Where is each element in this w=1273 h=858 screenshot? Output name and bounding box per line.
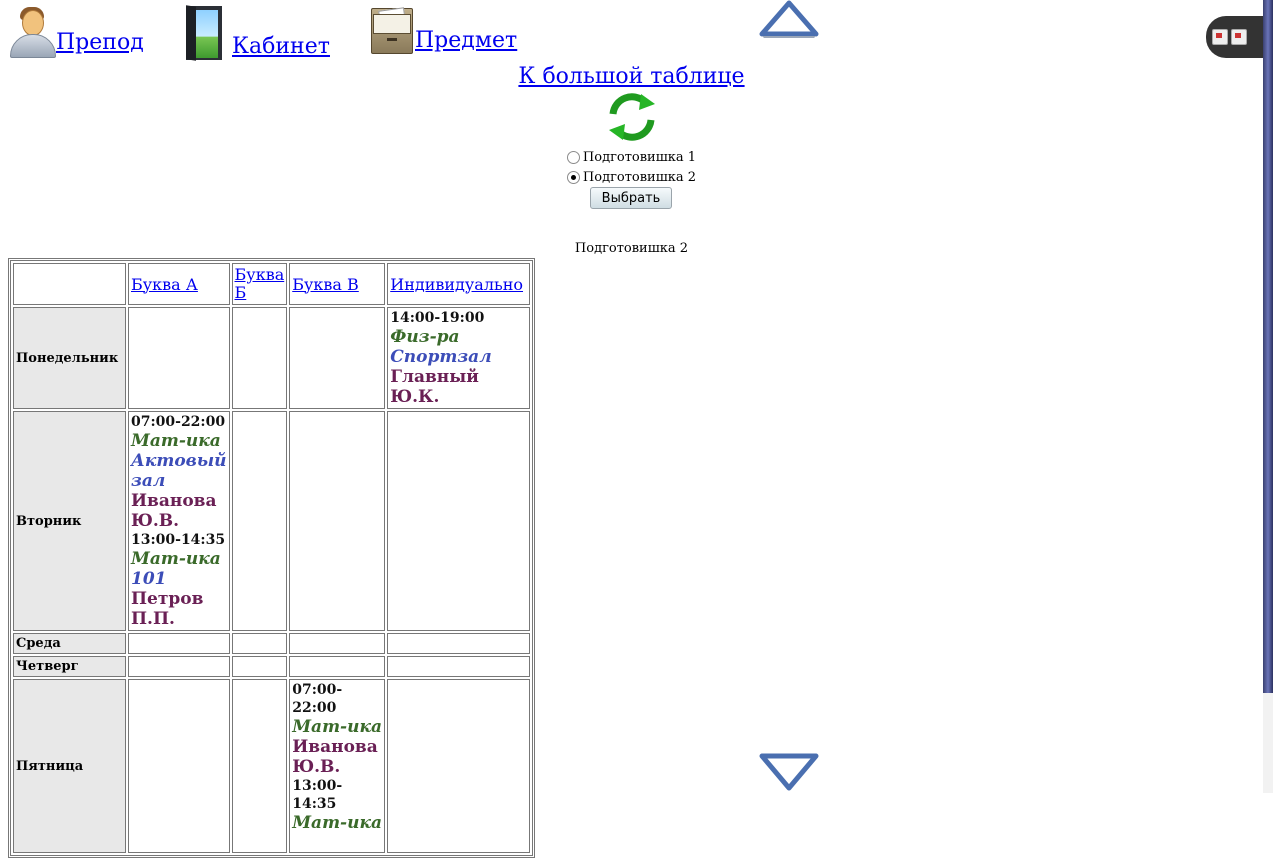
door-icon: [182, 5, 226, 61]
table-cell: [128, 307, 230, 409]
table-header-row: Буква А Буква Б Буква В Индивидуально: [13, 263, 531, 305]
table-cell: 07:00-22:00 Мат-ика Актовый зал Иванова …: [128, 411, 230, 631]
table-cell: [289, 411, 386, 631]
table-cell: [128, 633, 230, 654]
lesson: 07:00-22:00 Мат-ика Иванова Ю.В.: [292, 681, 382, 777]
lesson-time: 07:00-22:00: [131, 414, 226, 430]
day-cell: Четверг: [13, 656, 126, 677]
table-cell: [289, 633, 386, 654]
table-row: Четверг: [13, 656, 531, 677]
group-radio-2[interactable]: [566, 171, 580, 184]
table-cell: [387, 679, 531, 853]
day-cell: Понедельник: [13, 307, 126, 409]
select-button[interactable]: Выбрать: [590, 187, 672, 209]
column-header: Индивидуально: [387, 263, 531, 305]
file-cabinet-icon: [367, 6, 415, 54]
group-radio-label-2: Подготовишка 2: [582, 170, 697, 185]
group-radio-label-1: Подготовишка 1: [582, 150, 697, 165]
day-cell: Среда: [13, 633, 126, 654]
nav-room-label: Кабинет: [232, 34, 330, 59]
day-cell: Вторник: [13, 411, 126, 631]
group-option-row-1: Подготовишка 1: [0, 150, 1263, 168]
table-cell: [128, 679, 230, 853]
table-cell: [289, 307, 386, 409]
schedule-table: Буква А Буква Б Буква В Индивидуально По…: [8, 258, 536, 858]
lesson-room: 101: [131, 569, 167, 589]
scroll-up-arrow-icon[interactable]: [758, 0, 820, 38]
nav-subject-label: Предмет: [415, 28, 518, 53]
table-row: Среда: [13, 633, 531, 654]
refresh-icon[interactable]: [605, 92, 659, 142]
column-header: Буква А: [128, 263, 230, 305]
table-cell: [387, 633, 531, 654]
table-caption: Подготовишка 2: [574, 241, 689, 256]
lesson-teacher: Петров П.П.: [131, 589, 204, 629]
nav-room-link[interactable]: Кабинет: [182, 5, 330, 61]
lesson: 13:00-14:35 Мат-ика: [292, 777, 382, 833]
table-cell: [387, 411, 531, 631]
table-cell: [231, 307, 288, 409]
lesson-teacher: Иванова Ю.В.: [292, 737, 378, 777]
table-cell: [128, 656, 230, 677]
nav-teacher-link[interactable]: Препод: [8, 6, 144, 58]
lesson-time: 13:00-14:35: [131, 532, 226, 548]
table-cell: [289, 656, 386, 677]
column-link-v[interactable]: Буква В: [292, 275, 359, 294]
lesson-subject: Мат-ика: [292, 813, 382, 833]
column-header: Буква В: [289, 263, 386, 305]
column-link-a[interactable]: Буква А: [131, 275, 198, 294]
table-row: Пятница 07:00-22:00 Мат-ика Иванова Ю.В.…: [13, 679, 531, 853]
table-cell: [231, 411, 288, 631]
lesson-subject: Мат-ика: [131, 549, 221, 569]
table-cell: [231, 679, 288, 853]
lesson-time: 13:00-14:35: [292, 778, 343, 812]
lesson-subject: Мат-ика: [292, 717, 382, 737]
column-link-individual[interactable]: Индивидуально: [390, 275, 523, 294]
big-table-link-row: К большой таблице: [0, 64, 1263, 89]
column-header: Буква Б: [231, 263, 288, 305]
table-row: Понедельник 14:00-19:00 Физ-ра Спортзал …: [13, 307, 531, 409]
group-radio-1[interactable]: [566, 151, 580, 164]
lesson-room: Спортзал: [390, 347, 492, 367]
lesson: 13:00-14:35 Мат-ика 101 Петров П.П.: [131, 531, 227, 629]
save-icon[interactable]: [1231, 29, 1247, 45]
lesson-time: 14:00-19:00: [390, 310, 485, 326]
table-cell: [231, 633, 288, 654]
nav-teacher-label: Препод: [56, 30, 144, 55]
big-table-link[interactable]: К большой таблице: [518, 64, 744, 89]
lesson-subject: Физ-ра: [390, 327, 460, 347]
table-cell: [387, 656, 531, 677]
table-cell: 07:00-22:00 Мат-ика Иванова Ю.В. 13:00-1…: [289, 679, 386, 853]
scrollbar-thumb[interactable]: [1263, 0, 1273, 693]
scroll-down-arrow-icon[interactable]: [758, 752, 820, 792]
lesson-time: 07:00-22:00: [292, 682, 343, 716]
table-row: Вторник 07:00-22:00 Мат-ика Актовый зал …: [13, 411, 531, 631]
lesson-teacher: Главный Ю.К.: [390, 367, 479, 407]
lesson-teacher: Иванова Ю.В.: [131, 491, 217, 531]
corner-cell: [13, 263, 126, 305]
table-cell: 14:00-19:00 Физ-ра Спортзал Главный Ю.К.: [387, 307, 531, 409]
lesson-subject: Мат-ика: [131, 431, 221, 451]
lesson: 14:00-19:00 Физ-ра Спортзал Главный Ю.К.: [390, 309, 527, 407]
column-link-b[interactable]: Буква Б: [235, 265, 285, 302]
teacher-icon: [8, 6, 56, 58]
group-option-row-2: Подготовишка 2: [0, 170, 1263, 188]
printer-icon[interactable]: [1212, 29, 1228, 45]
day-cell: Пятница: [13, 679, 126, 853]
table-cell: [231, 656, 288, 677]
lesson: 07:00-22:00 Мат-ика Актовый зал Иванова …: [131, 413, 227, 531]
nav-subject-link[interactable]: Предмет: [367, 6, 517, 54]
lesson-room: Актовый зал: [131, 451, 227, 491]
